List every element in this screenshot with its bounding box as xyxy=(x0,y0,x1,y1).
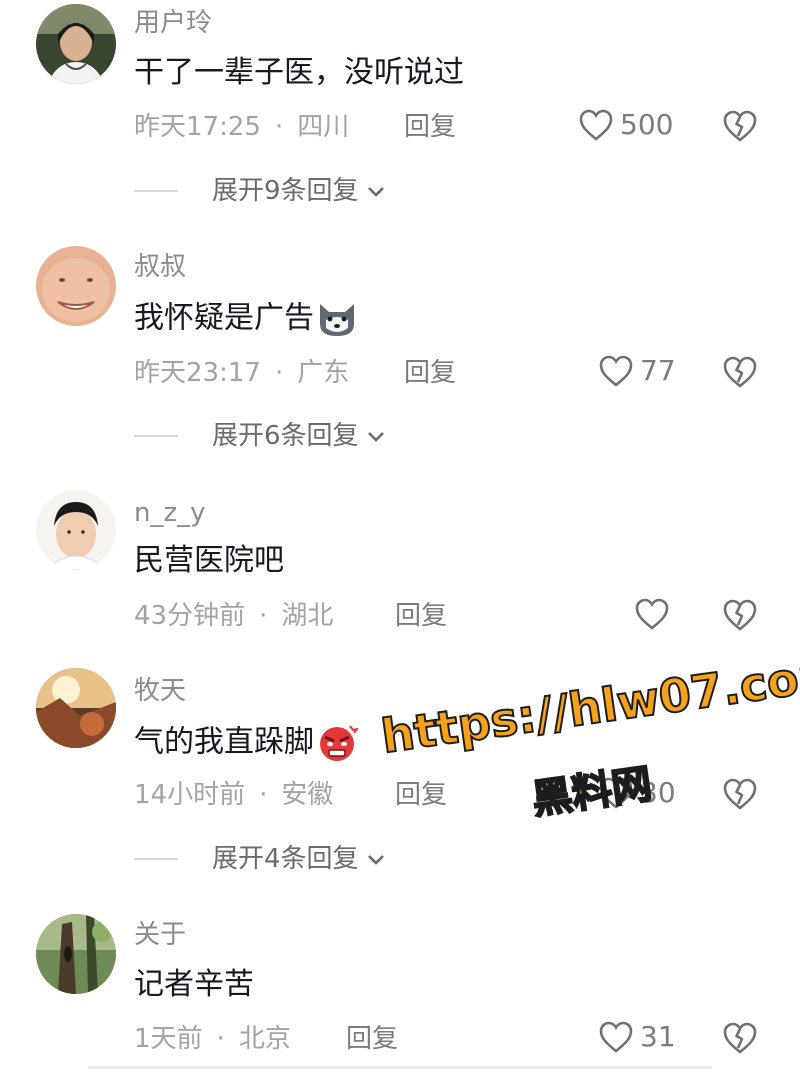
comment-meta: 43分钟前 · 湖北 xyxy=(134,603,333,629)
separator-dot: · xyxy=(274,358,284,388)
expand-replies-button[interactable]: 展开6条回复 xyxy=(134,423,387,449)
broken-heart-icon xyxy=(723,110,757,142)
broken-heart-icon xyxy=(723,599,757,631)
bottom-divider xyxy=(88,1066,712,1069)
dislike-button[interactable] xyxy=(720,595,760,635)
heart-outline-icon xyxy=(635,598,669,630)
chevron-down-icon xyxy=(367,855,384,865)
comment-text: 我怀疑是广告 xyxy=(134,300,358,338)
expand-label: 展开9条回复 xyxy=(212,176,359,206)
separator-dot: · xyxy=(259,780,268,810)
angry-face-emoji xyxy=(320,725,358,761)
username[interactable]: 叔叔 xyxy=(134,254,186,280)
like-count: 500 xyxy=(620,108,674,141)
expand-replies-button[interactable]: 展开9条回复 xyxy=(134,178,387,204)
reply-button[interactable]: 回复 xyxy=(404,114,456,140)
timestamp: 43分钟前 xyxy=(134,601,246,631)
comment-meta: 14小时前 · 安徽 xyxy=(134,782,333,808)
divider-line xyxy=(134,435,178,437)
like-button[interactable] xyxy=(634,597,670,631)
username[interactable]: 用户玲 xyxy=(134,10,212,36)
dislike-button[interactable] xyxy=(720,106,760,146)
location: 北京 xyxy=(238,1024,291,1054)
avatar[interactable] xyxy=(36,914,116,994)
location: 广东 xyxy=(297,358,350,388)
avatar[interactable] xyxy=(36,4,116,84)
separator-dot: · xyxy=(274,112,284,142)
location: 安徽 xyxy=(281,780,334,810)
divider-line xyxy=(134,858,178,860)
comment-text-body: 我怀疑是广告 xyxy=(134,300,314,336)
chevron-down-icon xyxy=(367,432,384,442)
heart-outline-icon xyxy=(579,109,613,141)
reply-button[interactable]: 回复 xyxy=(395,603,447,629)
comment-meta: 昨天23:17 · 广东 xyxy=(134,360,349,386)
divider-line xyxy=(134,190,178,192)
comment-text: 气的我直跺脚 xyxy=(134,724,358,762)
timestamp: 14小时前 xyxy=(134,780,246,810)
reply-button[interactable]: 回复 xyxy=(404,360,456,386)
comment-text-body: 气的我直跺脚 xyxy=(134,724,314,760)
broken-heart-icon xyxy=(723,1022,757,1054)
avatar[interactable] xyxy=(36,668,116,748)
expand-label: 展开4条回复 xyxy=(212,844,359,874)
broken-heart-icon xyxy=(723,778,757,810)
heart-outline-icon xyxy=(599,355,633,387)
location: 四川 xyxy=(297,112,350,142)
username[interactable]: 关于 xyxy=(134,922,186,948)
separator-dot: · xyxy=(259,601,268,631)
timestamp: 昨天17:25 xyxy=(134,112,261,142)
reply-button[interactable]: 回复 xyxy=(395,782,447,808)
like-button[interactable]: 500 xyxy=(578,108,673,142)
heart-outline-icon xyxy=(599,1021,633,1053)
expand-label: 展开6条回复 xyxy=(212,421,359,451)
comment-text: 民营医院吧 xyxy=(134,543,284,578)
avatar[interactable] xyxy=(36,490,116,570)
reply-button[interactable]: 回复 xyxy=(346,1026,398,1052)
username[interactable]: n_z_y xyxy=(134,500,206,526)
like-count: 30 xyxy=(640,776,676,809)
comment-meta: 1天前 · 北京 xyxy=(134,1026,291,1052)
avatar[interactable] xyxy=(36,246,116,326)
comment-text: 干了一辈子医，没听说过 xyxy=(134,55,464,90)
like-button[interactable]: 77 xyxy=(598,354,676,388)
watermark-url: https://hlw07.com xyxy=(377,644,800,765)
like-button[interactable]: 31 xyxy=(598,1020,676,1054)
timestamp: 1天前 xyxy=(134,1024,203,1054)
heart-outline-icon xyxy=(599,777,633,809)
broken-heart-icon xyxy=(723,356,757,388)
username[interactable]: 牧天 xyxy=(134,678,186,704)
dislike-button[interactable] xyxy=(720,774,760,814)
comment-meta: 昨天17:25 · 四川 xyxy=(134,114,349,140)
like-count: 77 xyxy=(640,354,676,387)
dislike-button[interactable] xyxy=(720,352,760,392)
location: 湖北 xyxy=(281,601,334,631)
like-count: 31 xyxy=(640,1020,676,1053)
comment-text: 记者辛苦 xyxy=(134,967,254,1002)
chevron-down-icon xyxy=(367,187,384,197)
like-button[interactable]: 30 xyxy=(598,776,676,810)
dislike-button[interactable] xyxy=(720,1018,760,1058)
separator-dot: · xyxy=(216,1024,225,1054)
timestamp: 昨天23:17 xyxy=(134,358,261,388)
expand-replies-button[interactable]: 展开4条回复 xyxy=(134,846,387,872)
husky-face-emoji xyxy=(320,304,354,336)
